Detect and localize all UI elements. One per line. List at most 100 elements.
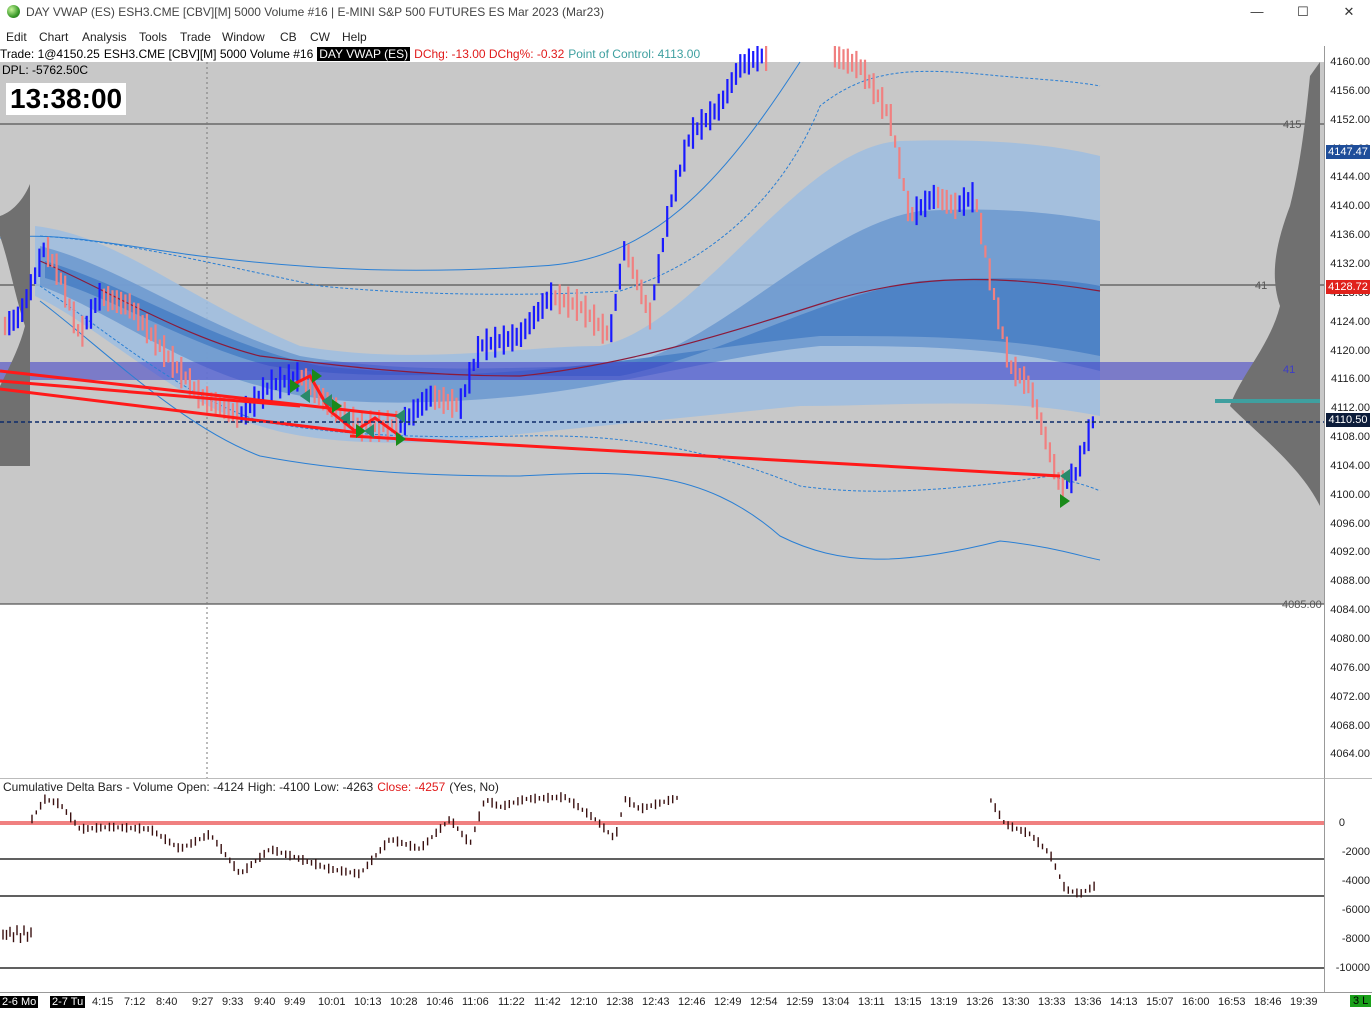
price-tick: 4084.00 — [1330, 604, 1370, 617]
vwap-price-label: 4128.72 — [1326, 280, 1370, 294]
time-axis[interactable]: 2-6 Mo 2-7 Tu 4:15 7:12 8:40 9:27 9:33 9:40 9:… — [0, 992, 1372, 1012]
time-tick: 11:22 — [498, 996, 525, 1008]
price-tick: 4068.00 — [1330, 719, 1370, 732]
price-axis[interactable]: 4160.004156.004152.004148.004144.004140.… — [1324, 46, 1372, 778]
date-label-mon: 2-6 Mo — [0, 996, 39, 1008]
time-tick: 12:54 — [750, 996, 778, 1008]
title-bar: DAY VWAP (ES) ESH3.CME [CBV][M] 5000 Vol… — [0, 0, 1372, 26]
maximize-button[interactable]: ☐ — [1280, 0, 1326, 26]
price-tick: 4072.00 — [1330, 690, 1370, 703]
level-label-4: 4085.00 — [1282, 599, 1322, 611]
price-tick: 4076.00 — [1330, 661, 1370, 674]
delta-tick-0: 0 — [1338, 817, 1345, 829]
menu-help[interactable]: Help — [342, 30, 367, 44]
last-price-label: 4110.50 — [1326, 413, 1370, 427]
time-tick: 12:38 — [606, 996, 634, 1008]
time-tick: 12:10 — [570, 996, 598, 1008]
menu-tools[interactable]: Tools — [139, 30, 167, 44]
chart-info-bar: Trade: 1@4150.25 ESH3.CME [CBV][M] 5000 V… — [0, 47, 704, 61]
price-tick: 4088.00 — [1330, 575, 1370, 588]
time-tick: 10:01 — [318, 996, 346, 1008]
price-tick: 4116.00 — [1331, 373, 1370, 386]
delta-bars — [2, 792, 1095, 943]
time-tick: 19:39 — [1290, 996, 1318, 1008]
price-tick: 4136.00 — [1330, 229, 1370, 242]
time-tick: 13:19 — [930, 996, 958, 1008]
menu-cb[interactable]: CB — [280, 30, 297, 44]
cumulative-delta-panel[interactable]: Cumulative Delta Bars - Volume Open: -412… — [0, 778, 1324, 993]
time-tick: 13:04 — [822, 996, 850, 1008]
menu-trade[interactable]: Trade — [180, 30, 211, 44]
delta-high: High: -4100 — [247, 780, 310, 794]
poc-band — [0, 362, 1300, 380]
price-tick: 4124.00 — [1330, 315, 1370, 328]
time-tick: 13:11 — [858, 996, 885, 1008]
point-of-control: Point of Control: 4113.00 — [568, 47, 701, 61]
daily-change: DChg: -13.00 DChg%: -0.32 — [414, 47, 565, 61]
delta-tick-5: -10000 — [1335, 962, 1370, 974]
right-status-badge: 3 L — [1350, 995, 1372, 1007]
delta-open: Open: -4124 — [177, 780, 244, 794]
time-tick: 4:15 — [92, 996, 114, 1008]
time-tick: 13:36 — [1074, 996, 1102, 1008]
time-tick: 9:33 — [222, 996, 244, 1008]
delta-tick-4: -8000 — [1341, 933, 1370, 945]
daily-pl: DPL: -5762.50C — [0, 63, 91, 77]
menu-edit[interactable]: Edit — [6, 30, 27, 44]
delta-low: Low: -4263 — [313, 780, 374, 794]
level-label-1: 415 — [1283, 119, 1301, 131]
time-tick: 11:06 — [462, 996, 489, 1008]
date-label-tue: 2-7 Tu — [50, 996, 86, 1008]
time-tick: 7:12 — [124, 996, 146, 1008]
time-tick: 9:49 — [284, 996, 306, 1008]
level-label-2: 41 — [1255, 280, 1267, 292]
study-name: DAY VWAP (ES) — [317, 47, 411, 61]
price-tick: 4120.00 — [1330, 344, 1370, 357]
time-tick: 16:00 — [1182, 996, 1210, 1008]
menu-analysis[interactable]: Analysis — [82, 30, 127, 44]
menu-cw[interactable]: CW — [310, 30, 330, 44]
time-tick: 14:13 — [1110, 996, 1138, 1008]
upper-band-price-label: 4147.47 — [1326, 145, 1370, 159]
price-tick: 4140.00 — [1330, 200, 1370, 213]
time-tick: 12:46 — [678, 996, 706, 1008]
close-button[interactable]: ✕ — [1326, 0, 1372, 26]
menu-chart[interactable]: Chart — [39, 30, 68, 44]
minimize-button[interactable]: — — [1234, 0, 1280, 26]
delta-tick-2: -4000 — [1341, 875, 1370, 887]
delta-tick-1: -2000 — [1341, 846, 1370, 858]
delta-legend: Cumulative Delta Bars - Volume Open: -412… — [3, 780, 503, 794]
time-tick: 10:13 — [354, 996, 382, 1008]
price-tick: 4092.00 — [1330, 546, 1370, 559]
trade-info: Trade: 1@4150.25 — [0, 47, 100, 61]
window-title: DAY VWAP (ES) ESH3.CME [CBV][M] 5000 Vol… — [26, 5, 604, 19]
price-tick: 4104.00 — [1330, 459, 1370, 472]
delta-close: Close: -4257 — [377, 780, 446, 794]
price-tick: 4064.00 — [1330, 748, 1370, 761]
level-label-3: 41 — [1283, 364, 1295, 376]
app-globe-icon — [7, 5, 20, 18]
price-tick: 4152.00 — [1330, 113, 1370, 126]
menu-window[interactable]: Window — [222, 30, 265, 44]
price-tick: 4108.00 — [1330, 431, 1370, 444]
time-tick: 12:49 — [714, 996, 742, 1008]
price-tick: 4156.00 — [1330, 84, 1370, 97]
time-tick: 10:46 — [426, 996, 454, 1008]
price-tick: 4096.00 — [1330, 517, 1370, 530]
price-tick: 4144.00 — [1330, 171, 1370, 184]
time-tick: 16:53 — [1218, 996, 1246, 1008]
cumulative-delta-canvas — [0, 792, 1324, 969]
time-tick: 9:27 — [192, 996, 214, 1008]
delta-flags: (Yes, No) — [449, 780, 499, 794]
poc-marker — [1215, 399, 1320, 403]
time-tick: 13:26 — [966, 996, 994, 1008]
price-tick: 4160.00 — [1330, 56, 1370, 68]
time-tick: 13:30 — [1002, 996, 1030, 1008]
price-chart[interactable]: 415 41 41 4085.00 Trade: 1@4150.25 ESH3.C… — [0, 46, 1324, 778]
time-tick: 12:59 — [786, 996, 814, 1008]
time-tick: 8:40 — [156, 996, 178, 1008]
delta-axis[interactable]: 0 -2000 -4000 -6000 -8000 -10000 — [1324, 778, 1372, 993]
time-tick: 15:07 — [1146, 996, 1174, 1008]
price-tick: 4132.00 — [1330, 257, 1370, 270]
time-tick: 12:43 — [642, 996, 670, 1008]
